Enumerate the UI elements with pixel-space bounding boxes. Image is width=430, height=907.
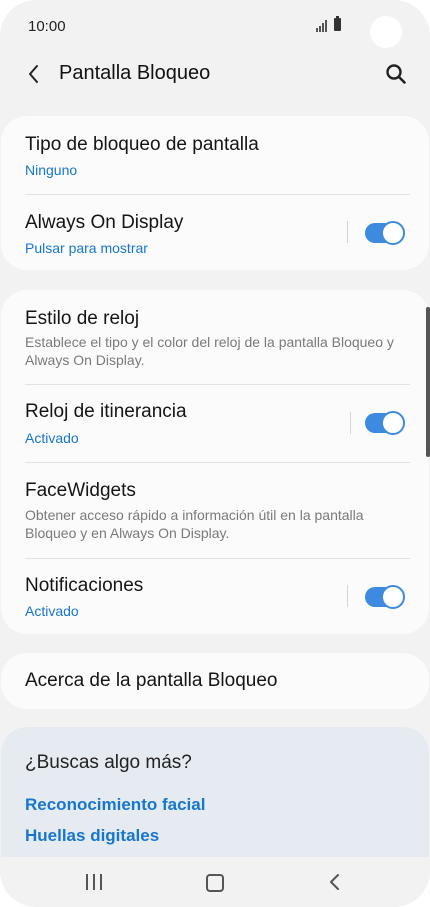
setting-description: Establece el tipo y el color del reloj d…: [25, 334, 394, 368]
setting-value: Activado: [25, 603, 79, 619]
back-nav-icon[interactable]: [326, 873, 344, 891]
phone-screen: 10:00 Pantalla Bloqueo Tipo de bloqueo d…: [0, 0, 430, 907]
chevron-left-icon[interactable]: [22, 62, 46, 86]
setting-title: Notificaciones: [25, 575, 144, 596]
setting-title: Tipo de bloqueo de pantalla: [25, 134, 259, 155]
app-header: Pantalla Bloqueo: [0, 56, 430, 96]
setting-value: Ninguno: [25, 162, 78, 178]
setting-notifications[interactable]: Notificaciones Activado: [1, 558, 429, 634]
setting-title: Always On Display: [25, 212, 184, 233]
status-bar: 10:00: [0, 0, 430, 56]
setting-about-lock-screen[interactable]: Acerca de la pantalla Bloqueo: [1, 653, 429, 709]
setting-always-on-display[interactable]: Always On Display Pulsar para mostrar: [1, 194, 429, 270]
page-title: Pantalla Bloqueo: [59, 62, 211, 84]
link-face-recognition[interactable]: Reconocimiento facial: [25, 795, 205, 815]
link-fingerprints[interactable]: Huellas digitales: [25, 826, 159, 846]
always-on-display-toggle[interactable]: [365, 221, 405, 245]
signal-icon: [316, 20, 330, 32]
home-icon[interactable]: [206, 874, 224, 892]
setting-roaming-clock[interactable]: Reloj de itinerancia Activado: [1, 384, 429, 462]
toggle-separator: [347, 221, 348, 243]
battery-icon: [334, 16, 341, 31]
setting-title: FaceWidgets: [25, 480, 136, 501]
roaming-clock-toggle[interactable]: [365, 411, 405, 435]
camera-cutout: [370, 16, 402, 48]
settings-card-about: Acerca de la pantalla Bloqueo: [1, 653, 429, 709]
navigation-bar: [0, 857, 430, 907]
setting-title: Acerca de la pantalla Bloqueo: [25, 670, 278, 691]
setting-clock-style[interactable]: Estilo de reloj Establece el tipo y el c…: [1, 290, 429, 384]
more-title: ¿Buscas algo más?: [25, 752, 192, 773]
settings-card-clock: Estilo de reloj Establece el tipo y el c…: [1, 290, 429, 634]
recent-apps-icon[interactable]: [86, 874, 104, 890]
setting-title: Estilo de reloj: [25, 308, 140, 329]
toggle-separator: [347, 585, 348, 607]
setting-value: Pulsar para mostrar: [25, 240, 148, 256]
setting-value: Activado: [25, 430, 79, 446]
scrollbar[interactable]: [426, 307, 430, 457]
toggle-separator: [350, 412, 351, 434]
search-icon[interactable]: [384, 62, 408, 86]
setting-title: Reloj de itinerancia: [25, 401, 187, 422]
settings-card-lock-type: Tipo de bloqueo de pantalla Ninguno Alwa…: [1, 116, 429, 270]
status-time: 10:00: [28, 18, 66, 35]
setting-facewidgets[interactable]: FaceWidgets Obtener acceso rápido a info…: [1, 462, 429, 558]
looking-for-more-card: ¿Buscas algo más? Reconocimiento facial …: [1, 727, 429, 867]
setting-lock-type[interactable]: Tipo de bloqueo de pantalla Ninguno: [1, 116, 429, 194]
setting-description: Obtener acceso rápido a información útil…: [25, 507, 364, 541]
notifications-toggle[interactable]: [365, 585, 405, 609]
